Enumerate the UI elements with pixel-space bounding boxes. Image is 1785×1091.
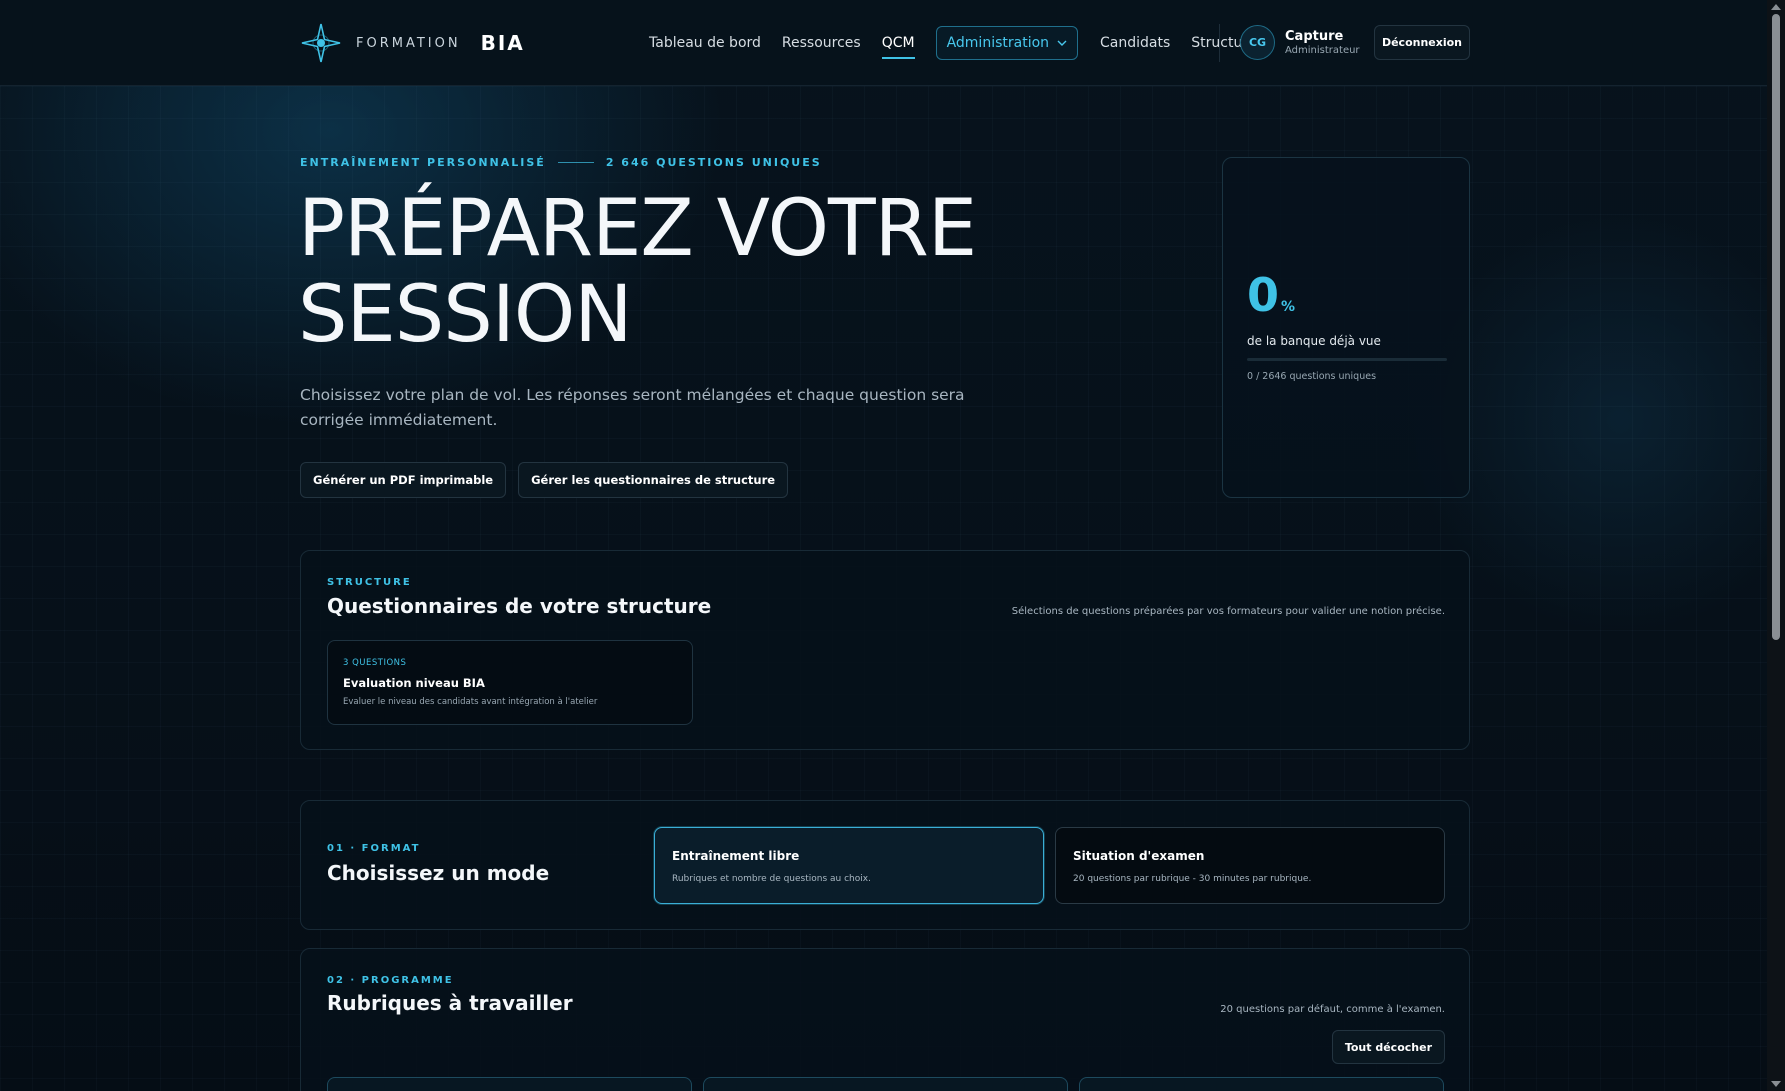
program-note: 20 questions par défaut, comme à l'exame…: [1220, 1004, 1445, 1015]
stat-subtext: 0 / 2646 questions uniques: [1247, 371, 1377, 382]
header-divider: [1219, 24, 1220, 62]
program-title: Rubriques à travailler: [327, 991, 573, 1015]
nav-admin-dropdown[interactable]: Administration: [935, 26, 1079, 60]
user-role: Administrateur: [1285, 45, 1360, 56]
mode-exam[interactable]: Situation d'examen 20 questions par rubr…: [1055, 827, 1445, 904]
nav-admin-label: Administration: [946, 35, 1050, 51]
scroll-thumb[interactable]: [1772, 14, 1780, 640]
structure-kicker: STRUCTURE: [327, 577, 412, 588]
format-kicker: 01 · FORMAT: [327, 843, 421, 854]
hero-eyebrow: ENTRAÎNEMENT PERSONNALISÉ 2 646 QUESTION…: [300, 156, 822, 169]
page-scrollbar[interactable]: [1767, 0, 1785, 1091]
mode-title: Entraînement libre: [672, 849, 800, 863]
format-panel: 01 · FORMAT Choisissez un mode Entraînem…: [300, 800, 1470, 930]
stat-value-wrap: 0%: [1247, 268, 1295, 322]
structure-panel: STRUCTURE Questionnaires de votre struct…: [300, 550, 1470, 750]
nav-item-dashboard[interactable]: Tableau de bord: [649, 35, 761, 51]
program-kicker: 02 · PROGRAMME: [327, 975, 454, 986]
brand-logo[interactable]: FORMATION BIA: [300, 22, 525, 64]
eyebrow-divider: [557, 162, 594, 163]
quiz-description: Evaluer le niveau des candidats avant in…: [343, 697, 598, 707]
manage-structure-quizzes-button[interactable]: Gérer les questionnaires de structure: [518, 462, 789, 498]
generate-pdf-button[interactable]: Générer un PDF imprimable: [300, 462, 507, 498]
uncheck-all-button[interactable]: Tout décocher: [1331, 1030, 1445, 1064]
nav-item-qcm[interactable]: QCM: [881, 35, 915, 59]
hero-actions: Générer un PDF imprimable Gérer les ques…: [300, 462, 789, 498]
scroll-up-arrow-icon[interactable]: [1771, 4, 1781, 10]
nav-item-resources[interactable]: Ressources: [782, 35, 861, 51]
avatar[interactable]: CG: [1240, 25, 1275, 60]
stat-value: 0: [1247, 268, 1280, 322]
compass-star-icon: [301, 23, 341, 63]
scroll-down-arrow-icon[interactable]: [1771, 1081, 1781, 1087]
eyebrow-right: 2 646 QUESTIONS UNIQUES: [605, 156, 822, 169]
format-title: Choisissez un mode: [327, 861, 550, 885]
structure-quiz-card[interactable]: 3 QUESTIONS Evaluation niveau BIA Evalue…: [327, 640, 693, 725]
stat-progress-bar: [1247, 358, 1447, 361]
mode-description: Rubriques et nombre de questions au choi…: [672, 874, 871, 884]
main-nav: Tableau de bord Ressources QCM Administr…: [649, 0, 1285, 86]
quiz-count: 3 QUESTIONS: [343, 658, 407, 668]
rubric-card[interactable]: [703, 1077, 1068, 1091]
page-title: PRÉPAREZ VOTRE SESSION: [298, 184, 977, 360]
top-navbar: FORMATION BIA Tableau de bord Ressources…: [0, 0, 1767, 86]
mode-description: 20 questions par rubrique - 30 minutes p…: [1073, 874, 1312, 884]
program-panel: 02 · PROGRAMME Rubriques à travailler 20…: [300, 948, 1470, 1091]
rubric-card[interactable]: [1079, 1077, 1444, 1091]
user-name: Capture: [1285, 29, 1344, 44]
nav-item-candidates[interactable]: Candidats: [1100, 35, 1170, 51]
mode-title: Situation d'examen: [1073, 849, 1205, 863]
eyebrow-left: ENTRAÎNEMENT PERSONNALISÉ: [300, 156, 546, 169]
structure-title: Questionnaires de votre structure: [327, 594, 712, 618]
quiz-title: Evaluation niveau BIA: [343, 676, 485, 690]
stat-unit: %: [1281, 299, 1296, 315]
rubric-card[interactable]: [327, 1077, 692, 1091]
progress-stat-card: 0% de la banque déjà vue 0 / 2646 questi…: [1222, 157, 1470, 498]
hero-description: Choisissez votre plan de vol. Les répons…: [300, 386, 965, 429]
structure-note: Sélections de questions préparées par vo…: [1011, 606, 1445, 617]
chevron-down-icon: [1057, 40, 1067, 46]
stat-label: de la banque déjà vue: [1247, 334, 1381, 348]
brand-title: BIA: [480, 31, 525, 55]
brand-subtitle: FORMATION: [356, 35, 461, 51]
logout-button[interactable]: Déconnexion: [1374, 25, 1470, 60]
mode-free-training[interactable]: Entraînement libre Rubriques et nombre d…: [654, 827, 1044, 904]
